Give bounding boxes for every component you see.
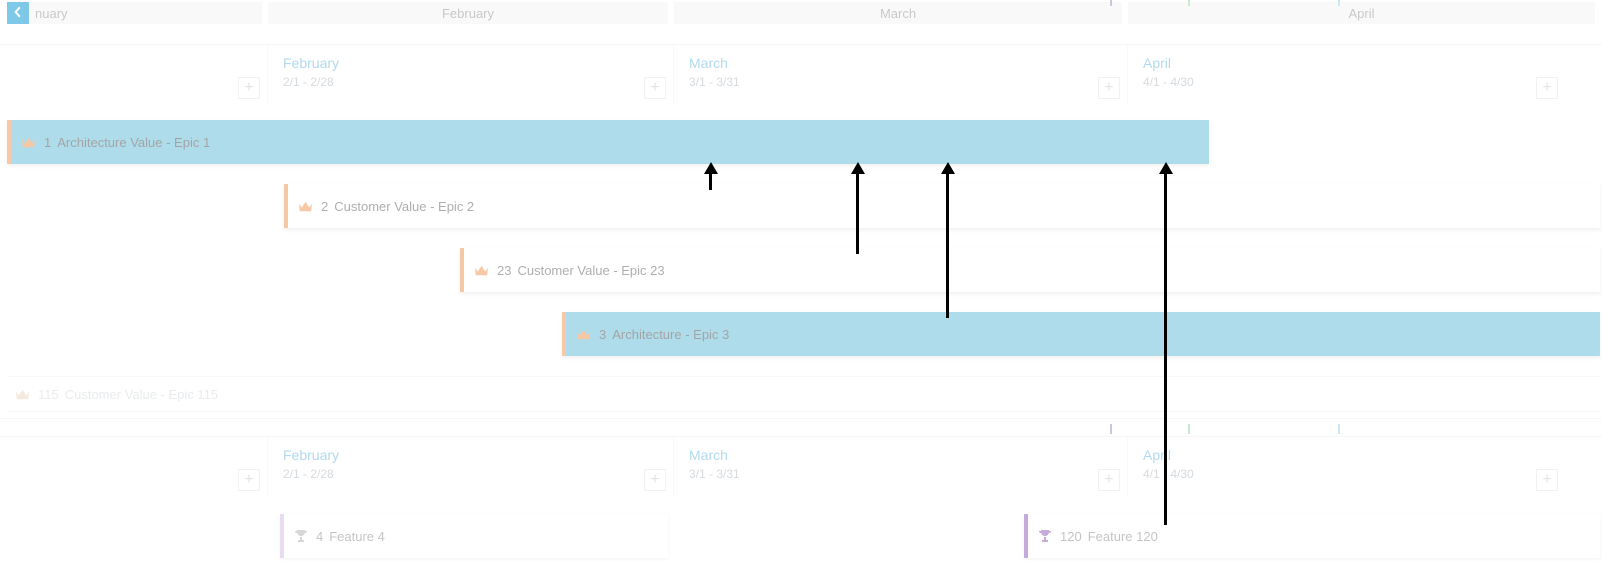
crown-icon [474, 264, 489, 277]
milestone-tick [1110, 424, 1112, 434]
scroll-left-button[interactable] [7, 2, 29, 24]
milestone-tick [1188, 424, 1190, 434]
milestone-tick [1188, 0, 1190, 6]
crown-icon [21, 136, 36, 149]
month-label: March [689, 55, 728, 71]
month-label: April [1143, 447, 1171, 463]
epic-bar-115-faint[interactable]: 115 Customer Value - Epic 115 [7, 376, 1600, 412]
epic-title: Customer Value - Epic 115 [65, 387, 218, 402]
epic-title: Architecture Value - Epic 1 [57, 135, 210, 150]
epic-title: Customer Value - Epic 2 [334, 199, 474, 214]
month-range: 3/1 - 3/31 [689, 75, 740, 89]
add-button[interactable]: + [1536, 77, 1558, 99]
month-range: 2/1 - 2/28 [283, 467, 334, 481]
month-header-april: April [1128, 2, 1595, 24]
feature-id: 120 [1060, 529, 1082, 544]
month-label: February [283, 55, 339, 71]
milestone-tick [1338, 424, 1340, 434]
feature-title: Feature 120 [1088, 529, 1158, 544]
epic-id: 1 [44, 135, 51, 150]
chevron-left-icon [12, 6, 24, 21]
swimlane-header-features: + February 2/1 - 2/28 + March 3/1 - 3/31… [0, 436, 1602, 496]
feature-bar-4[interactable]: 4 Feature 4 [280, 514, 668, 558]
trophy-icon [294, 529, 308, 543]
month-header-february: February [268, 2, 668, 24]
month-label: March [689, 447, 728, 463]
add-button[interactable]: + [1536, 469, 1558, 491]
milestone-tick [1338, 0, 1340, 6]
month-label: February [283, 447, 339, 463]
epic-bar-2[interactable]: 2 Customer Value - Epic 2 [284, 184, 1600, 228]
swimlane-header-epics: + February 2/1 - 2/28 + March 3/1 - 3/31… [0, 44, 1602, 104]
add-button[interactable]: + [238, 77, 260, 99]
month-header-january: nuary [7, 2, 262, 24]
month-range: 4/1 - 4/30 [1143, 467, 1194, 481]
epic-bar-3[interactable]: 3 Architecture - Epic 3 [562, 312, 1600, 356]
month-range: 4/1 - 4/30 [1143, 75, 1194, 89]
crown-icon [576, 328, 591, 341]
feature-title: Feature 4 [329, 529, 385, 544]
feature-bar-120[interactable]: 120 Feature 120 [1024, 514, 1600, 558]
crown-icon [298, 200, 313, 213]
month-label: April [1143, 55, 1171, 71]
trophy-icon [1038, 529, 1052, 543]
epic-title: Architecture - Epic 3 [612, 327, 729, 342]
add-button[interactable]: + [1098, 469, 1120, 491]
epic-id: 3 [599, 327, 606, 342]
add-button[interactable]: + [238, 469, 260, 491]
epic-bar-1[interactable]: 1 Architecture Value - Epic 1 [7, 120, 1209, 164]
timeline-month-header: nuary February March April [0, 2, 1602, 26]
milestone-tick [1110, 0, 1112, 6]
feature-id: 4 [316, 529, 323, 544]
add-button[interactable]: + [644, 77, 666, 99]
epic-title: Customer Value - Epic 23 [517, 263, 664, 278]
epic-bar-23[interactable]: 23 Customer Value - Epic 23 [460, 248, 1600, 292]
add-button[interactable]: + [644, 469, 666, 491]
epic-id: 23 [497, 263, 511, 278]
month-range: 3/1 - 3/31 [689, 467, 740, 481]
divider [0, 418, 1602, 419]
add-button[interactable]: + [1098, 77, 1120, 99]
month-header-march: March [674, 2, 1122, 24]
crown-icon [15, 388, 30, 401]
month-range: 2/1 - 2/28 [283, 75, 334, 89]
epic-id: 2 [321, 199, 328, 214]
epic-id: 115 [38, 387, 59, 402]
